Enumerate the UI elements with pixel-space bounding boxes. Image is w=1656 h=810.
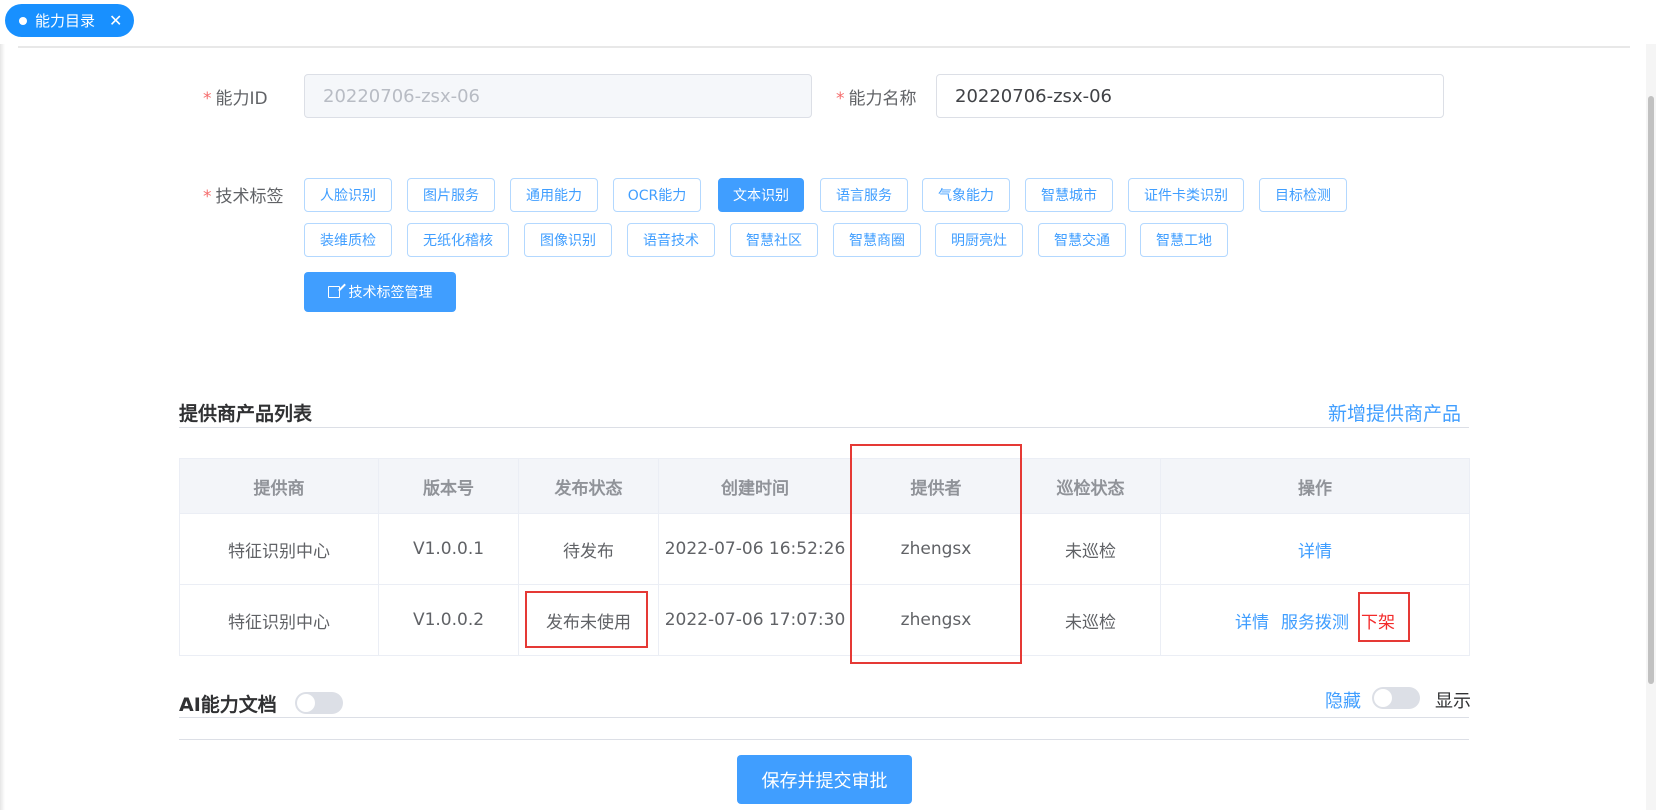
provider-list-title: 提供商产品列表: [179, 403, 313, 425]
col-publish-status: 发布状态: [518, 458, 659, 514]
tag-smart-traffic[interactable]: 智慧交通: [1038, 223, 1126, 257]
capability-name-label: * 能力名称: [836, 84, 917, 109]
cell-provider: 特征识别中心: [179, 584, 379, 656]
detail-link[interactable]: 详情: [1235, 613, 1269, 633]
col-owner: 提供者: [851, 458, 1021, 514]
cell-actions: 详情: [1160, 513, 1470, 585]
cell-version: V1.0.0.2: [378, 584, 519, 656]
divider: [18, 46, 1630, 48]
tag-weather-ability[interactable]: 气象能力: [922, 178, 1010, 212]
tag-image-recognition[interactable]: 图像识别: [524, 223, 612, 257]
tab-capability-catalog[interactable]: 能力目录 ✕: [5, 4, 134, 37]
tag-language-service[interactable]: 语言服务: [820, 178, 908, 212]
required-mark: *: [203, 89, 212, 109]
active-dot-icon: [19, 16, 27, 25]
left-edge: [0, 44, 5, 810]
capability-name-label-text: 能力名称: [848, 89, 917, 109]
hide-label[interactable]: 隐藏: [1325, 687, 1361, 713]
tag-manage-label: 技术标签管理: [348, 285, 433, 301]
capability-name-input[interactable]: 20220706-zsx-06: [936, 74, 1444, 118]
cell-owner: zhengsx: [851, 513, 1021, 585]
detail-link[interactable]: 详情: [1298, 542, 1332, 562]
tab-label: 能力目录: [35, 12, 96, 30]
table-header-row: 提供商 版本号 发布状态 创建时间 提供者 巡检状态 操作: [179, 458, 1470, 514]
required-mark: *: [836, 89, 845, 109]
tag-smart-city[interactable]: 智慧城市: [1025, 178, 1113, 212]
scrollbar-thumb[interactable]: [1648, 96, 1654, 684]
capability-id-label-text: 能力ID: [215, 89, 268, 109]
table-row: 特征识别中心 V1.0.0.2 发布未使用 2022-07-06 17:07:3…: [179, 584, 1470, 656]
col-created-time: 创建时间: [658, 458, 852, 514]
tag-ocr[interactable]: OCR能力: [613, 178, 701, 212]
required-mark: *: [203, 187, 212, 207]
tags-label: * 技术标签: [203, 182, 284, 207]
tag-speech-tech[interactable]: 语音技术: [627, 223, 715, 257]
cell-actions: 详情 服务拨测 下架: [1160, 584, 1470, 656]
section-divider: [179, 717, 1469, 718]
cell-version: V1.0.0.1: [378, 513, 519, 585]
capability-id-label: * 能力ID: [203, 84, 268, 109]
visibility-toggle[interactable]: [1372, 687, 1420, 709]
tag-face-recognition[interactable]: 人脸识别: [304, 178, 392, 212]
col-actions: 操作: [1160, 458, 1470, 514]
tag-smart-community[interactable]: 智慧社区: [730, 223, 818, 257]
ai-docs-title: AI能力文档: [179, 694, 277, 716]
cell-status: 发布未使用: [518, 584, 659, 656]
tab-bar: 能力目录 ✕: [0, 0, 1656, 44]
provider-table: 提供商 版本号 发布状态 创建时间 提供者 巡检状态 操作 特征识别中心 V1.…: [179, 458, 1470, 656]
tag-object-detection[interactable]: 目标检测: [1259, 178, 1347, 212]
toggle-knob: [297, 694, 315, 712]
cell-created: 2022-07-06 17:07:30: [658, 584, 852, 656]
tag-paperless-audit[interactable]: 无纸化稽核: [407, 223, 509, 257]
edit-icon: [327, 286, 340, 298]
tag-smart-business[interactable]: 智慧商圈: [833, 223, 921, 257]
col-provider: 提供商: [179, 458, 379, 514]
cell-created: 2022-07-06 16:52:26: [658, 513, 852, 585]
save-submit-button[interactable]: 保存并提交审批: [737, 755, 912, 804]
tag-install-qc[interactable]: 装维质检: [304, 223, 392, 257]
tag-id-card-recognition[interactable]: 证件卡类识别: [1128, 178, 1244, 212]
tags-label-text: 技术标签: [215, 187, 284, 207]
section-divider: [179, 427, 1469, 428]
toggle-knob: [1374, 689, 1392, 707]
col-inspection-status: 巡检状态: [1020, 458, 1161, 514]
tag-manage-button[interactable]: 技术标签管理: [304, 272, 456, 312]
close-icon[interactable]: ✕: [109, 12, 122, 29]
show-label[interactable]: 显示: [1435, 687, 1471, 713]
cell-provider: 特征识别中心: [179, 513, 379, 585]
cell-inspection: 未巡检: [1020, 513, 1161, 585]
tag-text-recognition[interactable]: 文本识别: [718, 178, 804, 212]
tag-bright-kitchen[interactable]: 明厨亮灶: [935, 223, 1023, 257]
tag-image-service[interactable]: 图片服务: [407, 178, 495, 212]
cell-owner: zhengsx: [851, 584, 1021, 656]
footer-divider: [179, 739, 1469, 740]
service-test-link[interactable]: 服务拨测: [1281, 613, 1349, 633]
add-provider-product-link[interactable]: 新增提供商产品: [1328, 399, 1461, 426]
capability-id-input: 20220706-zsx-06: [304, 74, 812, 118]
take-offline-link[interactable]: 下架: [1361, 613, 1395, 633]
tag-smart-construction[interactable]: 智慧工地: [1140, 223, 1228, 257]
col-version: 版本号: [378, 458, 519, 514]
tag-general-ability[interactable]: 通用能力: [510, 178, 598, 212]
cell-inspection: 未巡检: [1020, 584, 1161, 656]
ai-docs-toggle[interactable]: [295, 692, 343, 714]
cell-status: 待发布: [518, 513, 659, 585]
table-row: 特征识别中心 V1.0.0.1 待发布 2022-07-06 16:52:26 …: [179, 513, 1470, 585]
